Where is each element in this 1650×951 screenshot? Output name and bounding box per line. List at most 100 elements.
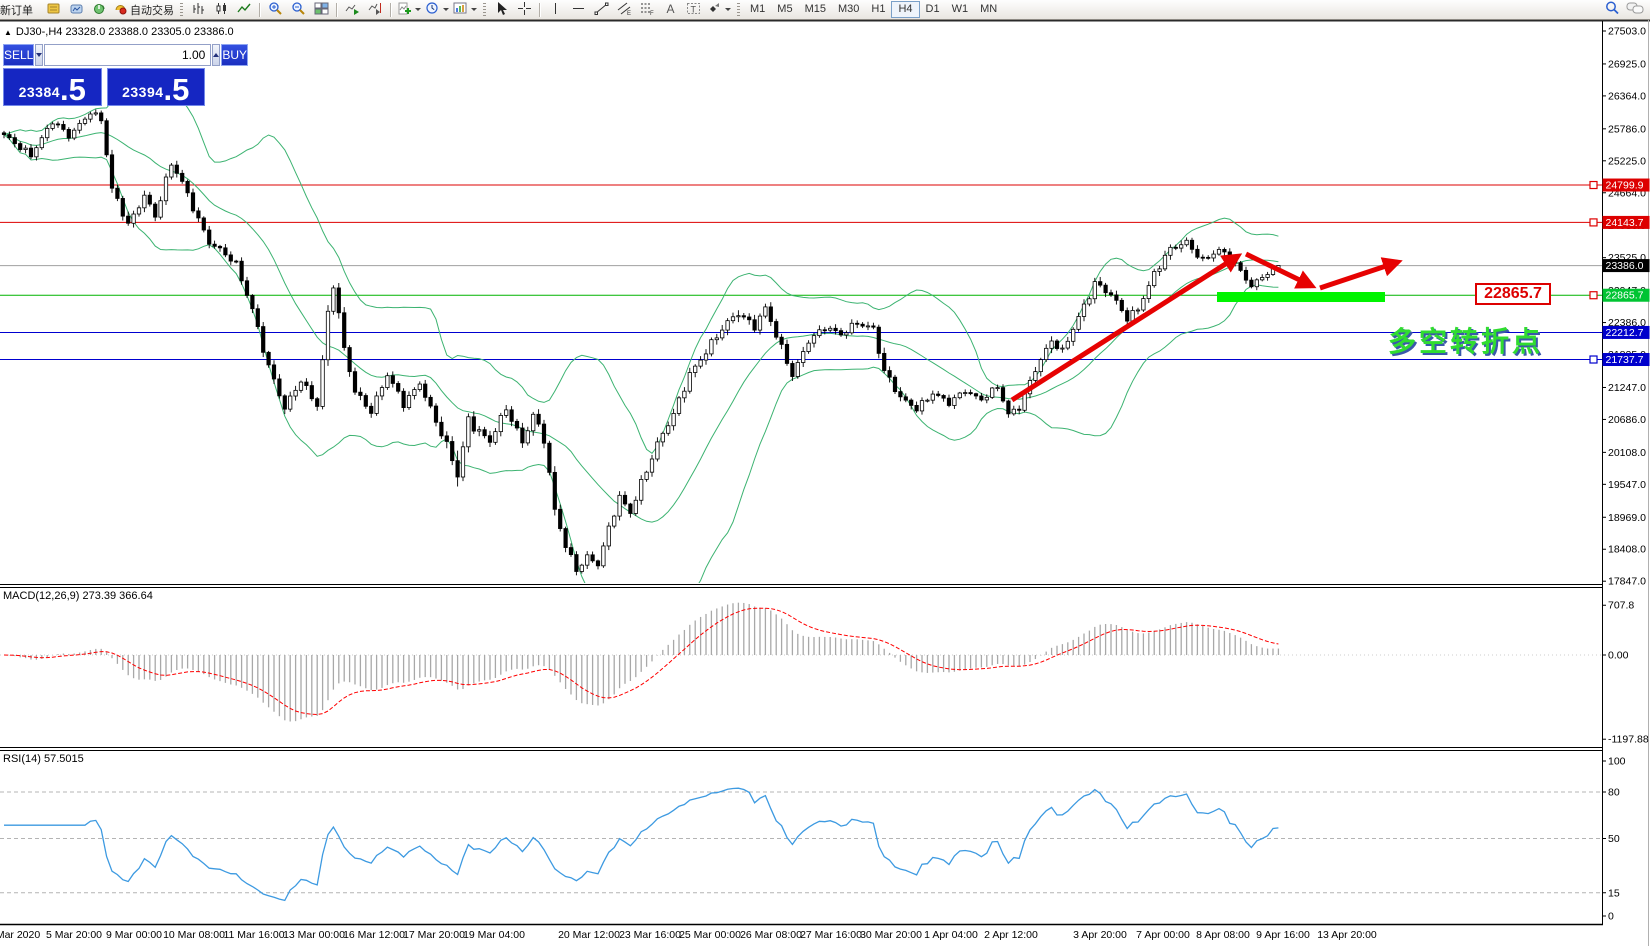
tf-button-W1[interactable]: W1 xyxy=(946,1,975,18)
tf-button-MN[interactable]: MN xyxy=(974,1,1003,18)
svg-text:9 Mar 00:00: 9 Mar 00:00 xyxy=(106,929,162,941)
bid-quote-button[interactable]: 23384 .5 xyxy=(3,68,102,106)
arrows-tool-button[interactable] xyxy=(705,1,733,18)
buy-button[interactable]: BUY xyxy=(221,44,248,66)
profile-button[interactable] xyxy=(42,1,65,18)
support-level-annotation[interactable]: 22865.7 xyxy=(1475,283,1551,305)
svg-text:30 Mar 20:00: 30 Mar 20:00 xyxy=(860,929,922,941)
svg-text:E: E xyxy=(627,11,631,16)
tf-button-H1[interactable]: H1 xyxy=(865,1,891,18)
templates-button[interactable] xyxy=(451,1,479,18)
autotrading-button[interactable]: 自动交易 xyxy=(111,1,176,18)
market-watch-button[interactable] xyxy=(65,1,88,18)
svg-text:2 Apr 12:00: 2 Apr 12:00 xyxy=(984,929,1038,941)
svg-text:22212.7: 22212.7 xyxy=(1606,327,1644,339)
fibonacci-tool-button[interactable]: F xyxy=(636,1,659,18)
chart-shift-icon xyxy=(368,1,383,19)
tf-button-M5[interactable]: M5 xyxy=(771,1,798,18)
signals-button[interactable] xyxy=(88,1,111,18)
svg-text:T: T xyxy=(691,4,697,14)
toolbar-grip[interactable] xyxy=(483,3,486,17)
auto-scroll-button[interactable] xyxy=(341,1,364,18)
level-handle xyxy=(1590,182,1597,189)
candle-chart-button[interactable] xyxy=(210,1,233,18)
volume-input[interactable] xyxy=(44,44,211,66)
one-click-trade-panel: SELL BUY 23384 .5 23394 .5 xyxy=(3,44,205,106)
trendline-icon xyxy=(594,1,609,19)
text-tool-button[interactable]: A xyxy=(659,1,682,18)
svg-text:A: A xyxy=(667,2,675,16)
indicators-caret xyxy=(415,8,421,11)
bid-big-digit: .5 xyxy=(60,75,86,104)
svg-text:18969.0: 18969.0 xyxy=(1608,512,1646,524)
indicators-button[interactable] xyxy=(395,1,423,18)
toolbar-grip[interactable] xyxy=(737,3,740,17)
up-triangle-icon xyxy=(213,53,219,57)
svg-text:21737.7: 21737.7 xyxy=(1606,354,1644,366)
svg-text:17 Mar 20:00: 17 Mar 20:00 xyxy=(403,929,465,941)
svg-text:20108.0: 20108.0 xyxy=(1608,447,1646,459)
one-click-collapse-arrow[interactable]: ▲ xyxy=(4,28,12,37)
svg-text:15: 15 xyxy=(1608,887,1620,899)
svg-text:3 Apr 20:00: 3 Apr 20:00 xyxy=(1073,929,1127,941)
chinese-note-text[interactable]: 多空转折点 xyxy=(1388,320,1543,360)
tile-windows-button[interactable] xyxy=(310,1,333,18)
vline-tool-button[interactable] xyxy=(544,1,567,18)
toolbar-grip[interactable] xyxy=(180,3,183,17)
level-handle xyxy=(1590,219,1597,226)
text-label-tool-button[interactable]: T xyxy=(682,1,705,18)
line-chart-button[interactable] xyxy=(233,1,256,18)
tf-button-H4[interactable]: H4 xyxy=(891,1,919,18)
ask-quote-button[interactable]: 23394 .5 xyxy=(107,68,206,106)
svg-text:7 Apr 00:00: 7 Apr 00:00 xyxy=(1136,929,1190,941)
svg-text:17847.0: 17847.0 xyxy=(1608,576,1646,588)
svg-text:Mar 2020: Mar 2020 xyxy=(0,929,40,941)
tf-button-D1[interactable]: D1 xyxy=(920,1,946,18)
tf-button-M15[interactable]: M15 xyxy=(799,1,832,18)
macd-indicator-label: MACD(12,26,9) 273.39 366.64 xyxy=(3,590,153,602)
volume-increase-button[interactable] xyxy=(212,44,220,66)
svg-text:25 Mar 00:00: 25 Mar 00:00 xyxy=(679,929,741,941)
cloud-chart-icon xyxy=(69,1,84,19)
trendline-tool-button[interactable] xyxy=(590,1,613,18)
channel-tool-button[interactable]: E xyxy=(613,1,636,18)
crosshair-tool-button[interactable] xyxy=(513,1,536,18)
hline-tool-button[interactable] xyxy=(567,1,590,18)
cursor-tool-button[interactable] xyxy=(490,1,513,18)
svg-text:27503.0: 27503.0 xyxy=(1608,26,1646,38)
ask-big-digit: .5 xyxy=(164,75,190,104)
buy-label: BUY xyxy=(222,48,247,62)
bar-chart-button[interactable] xyxy=(187,1,210,18)
tf-button-M30[interactable]: M30 xyxy=(832,1,865,18)
trend-arrow[interactable] xyxy=(1012,256,1238,400)
periods-button[interactable] xyxy=(423,1,451,18)
svg-text:19 Mar 04:00: 19 Mar 04:00 xyxy=(463,929,525,941)
vertical-line-icon xyxy=(548,1,563,19)
svg-text:8 Apr 08:00: 8 Apr 08:00 xyxy=(1196,929,1250,941)
support-zone-bar[interactable] xyxy=(1217,292,1385,302)
sell-button[interactable]: SELL xyxy=(3,44,34,66)
svg-text:24799.9: 24799.9 xyxy=(1606,180,1644,192)
search-button[interactable] xyxy=(1600,1,1623,18)
zoom-out-button[interactable] xyxy=(287,1,310,18)
horizontal-line-icon xyxy=(571,1,586,19)
zoom-in-button[interactable] xyxy=(264,1,287,18)
rsi-pane xyxy=(0,788,1602,900)
new-order-button[interactable]: 新订单 xyxy=(0,1,42,18)
chart-shift-button[interactable] xyxy=(364,1,387,18)
tf-button-M1[interactable]: M1 xyxy=(744,1,771,18)
arrows-caret xyxy=(725,8,731,11)
arrows-shapes-icon xyxy=(707,1,722,19)
chat-button[interactable] xyxy=(1623,1,1646,18)
volume-decrease-button[interactable] xyxy=(35,44,43,66)
line-chart-icon xyxy=(237,1,252,19)
sell-label: SELL xyxy=(4,48,33,62)
svg-text:1 Apr 04:00: 1 Apr 04:00 xyxy=(924,929,978,941)
profile-icon xyxy=(46,1,61,19)
level-handle xyxy=(1590,292,1597,299)
svg-text:5 Mar 20:00: 5 Mar 20:00 xyxy=(46,929,102,941)
zoom-in-icon xyxy=(268,1,283,19)
chart-canvas[interactable]: 27503.026925.026364.025786.025225.024664… xyxy=(0,0,1650,946)
crosshair-icon xyxy=(517,1,532,19)
svg-text:0.00: 0.00 xyxy=(1608,650,1629,662)
